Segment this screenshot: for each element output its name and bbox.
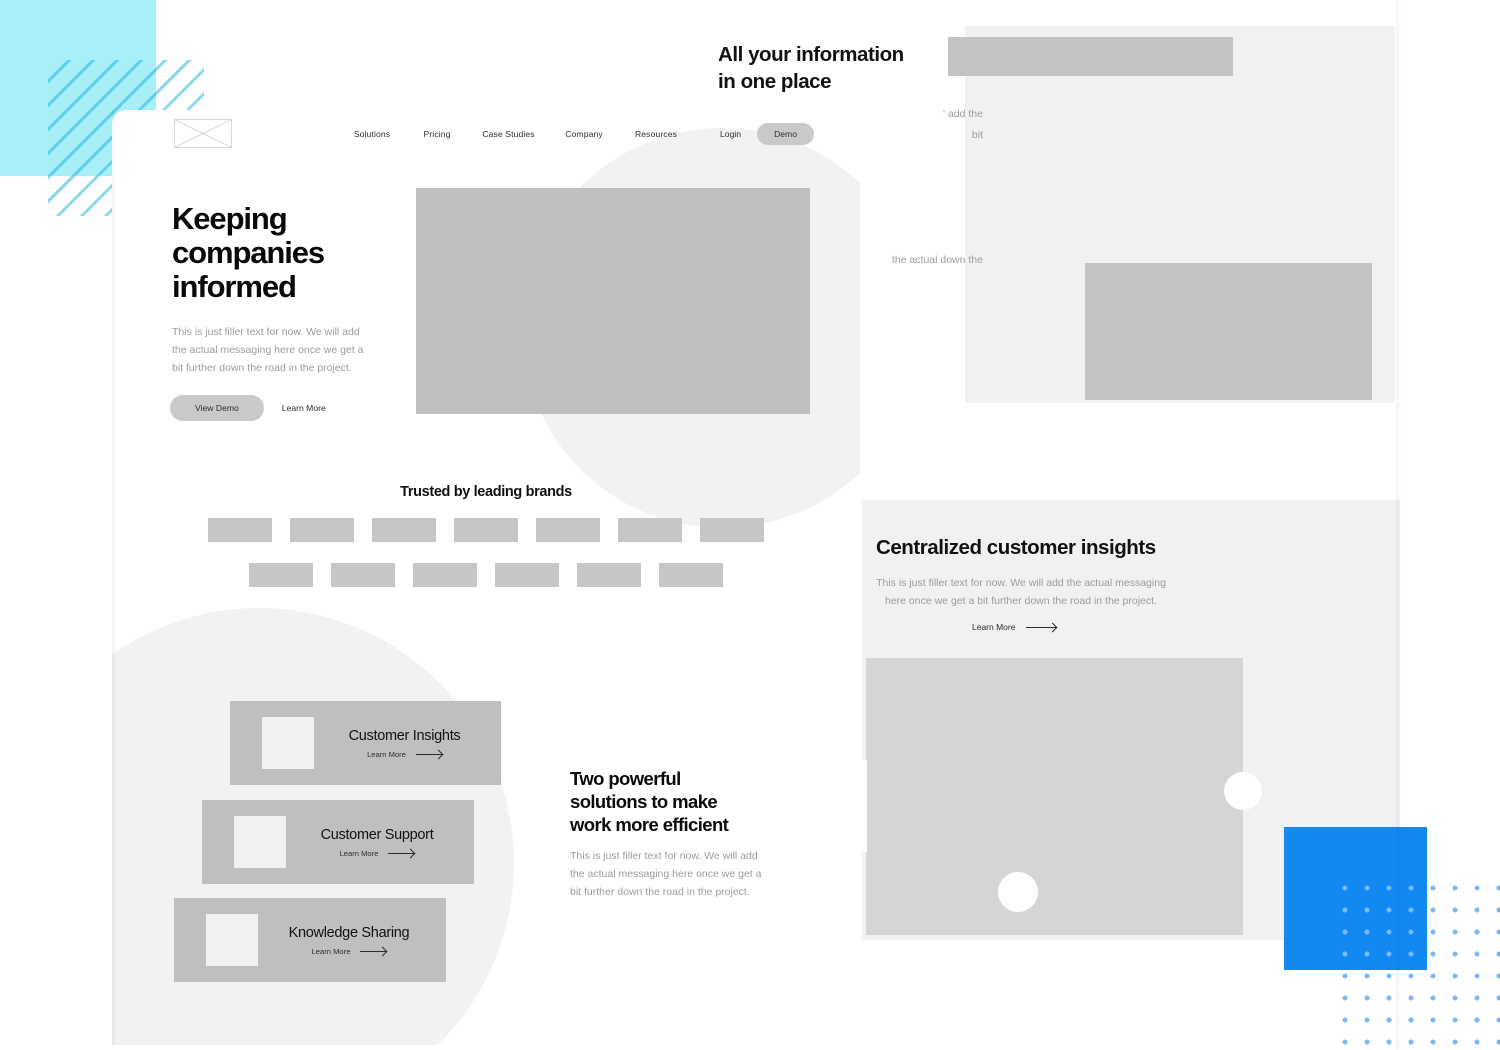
mid-panel-learn-more-link[interactable]: Learn More xyxy=(972,622,1057,632)
mockup-stage: All your information in one place ' add … xyxy=(0,0,1500,1050)
decorative-dot-grid xyxy=(1330,873,1500,1050)
arrow-right-icon xyxy=(415,751,442,758)
mid-panel-body: This is just filler text for now. We wil… xyxy=(876,577,1166,608)
feature-card-body: Customer Support Learn More xyxy=(286,827,474,858)
arrow-right-icon xyxy=(1026,624,1057,631)
view-demo-button[interactable]: View Demo xyxy=(170,395,264,421)
brand-logo-placeholder xyxy=(536,518,600,542)
brand-logo-row-2 xyxy=(112,563,860,587)
login-link[interactable]: Login xyxy=(712,129,749,139)
brand-logo-placeholder xyxy=(372,518,436,542)
hero-title: Keeping companies informed xyxy=(172,201,325,305)
hero-body-text: This is just filler text for now. We wil… xyxy=(172,326,364,375)
mid-panel-title: Centralized customer insights xyxy=(876,536,1156,559)
hero-learn-more-link[interactable]: Learn More xyxy=(278,403,330,413)
brand-logo-placeholder xyxy=(659,563,723,587)
trusted-section-title: Trusted by leading brands xyxy=(400,484,572,500)
back-panel-title: All your information in one place xyxy=(718,43,904,93)
brand-logo-row-1 xyxy=(112,518,860,542)
feature-card-customer-insights[interactable]: Customer Insights Learn More xyxy=(230,701,501,785)
back-panel-image-bar xyxy=(948,37,1233,76)
hero-image-placeholder xyxy=(416,188,810,414)
brand-logo-placeholder xyxy=(413,563,477,587)
navbar: Solutions Pricing Case Studies Company R… xyxy=(112,110,860,158)
logo-placeholder-icon[interactable] xyxy=(174,119,232,148)
feature-icon-placeholder xyxy=(262,717,314,769)
brand-logo-placeholder xyxy=(331,563,395,587)
feature-card-title: Knowledge Sharing xyxy=(288,924,410,941)
feature-card-title: Customer Support xyxy=(320,826,434,843)
nav-item-solutions[interactable]: Solutions xyxy=(340,129,404,139)
feature-icon-placeholder xyxy=(234,816,286,868)
brand-logo-placeholder xyxy=(618,518,682,542)
brand-logo-placeholder xyxy=(495,563,559,587)
brand-logo-placeholder xyxy=(249,563,313,587)
demo-button[interactable]: Demo xyxy=(757,123,814,145)
nav-actions: Login Demo xyxy=(712,110,814,158)
nav-item-pricing[interactable]: Pricing xyxy=(404,129,470,139)
feature-learn-more-link[interactable]: Learn More xyxy=(340,849,415,858)
nav-item-company[interactable]: Company xyxy=(547,129,621,139)
brand-logo-placeholder xyxy=(290,518,354,542)
feature-learn-more-label: Learn More xyxy=(339,848,379,858)
brand-logo-placeholder xyxy=(208,518,272,542)
nav-item-case-studies[interactable]: Case Studies xyxy=(470,129,547,139)
feature-learn-more-label: Learn More xyxy=(367,749,406,759)
nav-item-resources[interactable]: Resources xyxy=(621,129,691,139)
brand-logo-placeholder xyxy=(700,518,764,542)
feature-card-title: Customer Insights xyxy=(348,727,461,744)
brand-logo-placeholder xyxy=(577,563,641,587)
feature-learn-more-link[interactable]: Learn More xyxy=(312,947,387,956)
arrow-right-icon xyxy=(388,850,415,857)
brand-logo-placeholder xyxy=(454,518,518,542)
solutions-section-title: Two powerful solutions to make work more… xyxy=(570,768,729,835)
decorative-circle-bottom xyxy=(998,872,1038,912)
feature-icon-placeholder xyxy=(206,914,258,966)
hero-actions: View Demo Learn More xyxy=(170,395,330,421)
feature-card-body: Customer Insights Learn More xyxy=(314,728,501,759)
feature-card-customer-support[interactable]: Customer Support Learn More xyxy=(202,800,474,884)
main-landing-page-card: Solutions Pricing Case Studies Company R… xyxy=(112,110,860,1045)
feature-learn-more-link[interactable]: Learn More xyxy=(367,750,442,759)
feature-card-body: Knowledge Sharing Learn More xyxy=(258,925,446,956)
feature-card-knowledge-sharing[interactable]: Knowledge Sharing Learn More xyxy=(174,898,446,982)
feature-learn-more-label: Learn More xyxy=(311,946,351,956)
back-panel-image-block xyxy=(1085,263,1372,400)
panel-right-edge-shadow xyxy=(1396,0,1402,1050)
mid-panel-learn-more-label: Learn More xyxy=(972,622,1016,632)
decorative-circle-right xyxy=(1224,772,1262,810)
nav-links: Solutions Pricing Case Studies Company R… xyxy=(340,110,691,158)
mid-panel-image-placeholder xyxy=(866,658,1243,935)
arrow-right-icon xyxy=(360,948,387,955)
solutions-section-body: This is just filler text for now. We wil… xyxy=(570,850,762,899)
